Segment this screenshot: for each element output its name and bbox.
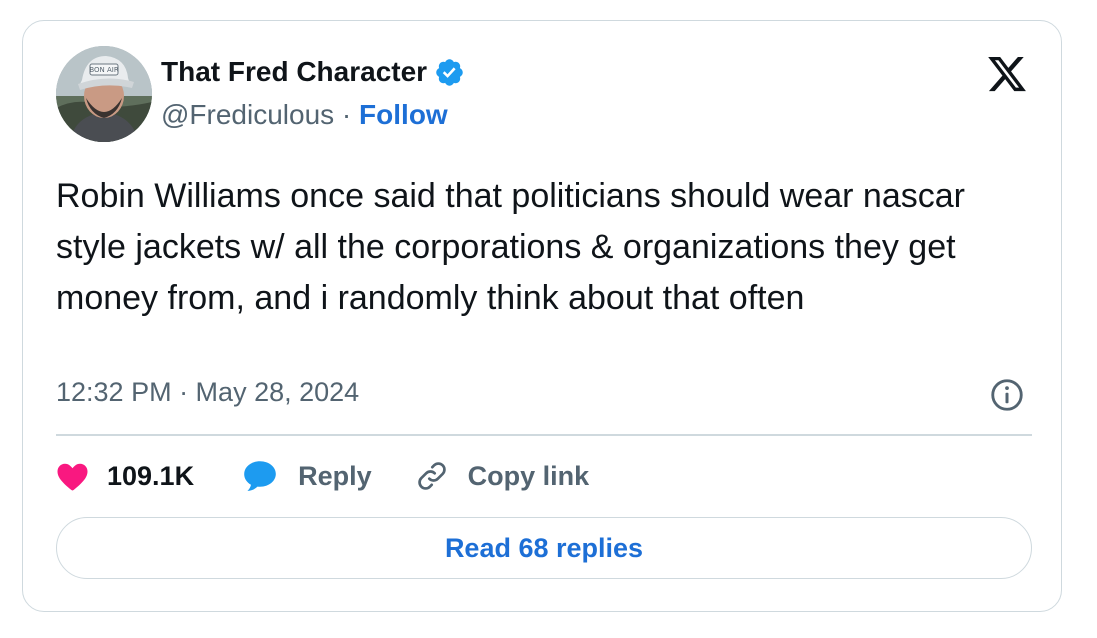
speech-bubble-icon: [244, 461, 276, 491]
info-icon[interactable]: [989, 377, 1025, 413]
read-replies-button[interactable]: Read 68 replies: [56, 517, 1032, 579]
cap-text: BON AIR: [89, 66, 119, 74]
reply-button[interactable]: Reply: [242, 459, 372, 493]
separator-dot: ·: [334, 99, 360, 130]
copy-link-label: Copy link: [467, 460, 590, 491]
author-name[interactable]: That Fred Character: [161, 56, 427, 88]
divider: [56, 434, 1032, 436]
handle-row: @Frediculous · Follow: [161, 99, 448, 131]
reply-label: Reply: [298, 460, 372, 491]
like-count: 109.1K: [107, 460, 195, 491]
author-name-row[interactable]: That Fred Character: [161, 56, 465, 88]
follow-button[interactable]: Follow: [359, 99, 448, 130]
tweet-text: Robin Williams once said that politician…: [56, 177, 965, 317]
link-icon: [417, 462, 446, 490]
avatar-image: BON AIR: [56, 46, 152, 142]
action-bar: 109.1K Reply Copy link: [56, 453, 589, 499]
timestamp[interactable]: 12:32 PM · May 28, 2024: [56, 377, 359, 408]
author-handle[interactable]: @Frediculous: [161, 99, 334, 130]
like-button[interactable]: 109.1K: [56, 461, 194, 492]
x-logo-icon[interactable]: [985, 53, 1029, 95]
verified-badge-icon: [436, 58, 463, 86]
embedded-tweet-card: BON AIR That Fred Character @Frediculous…: [22, 20, 1062, 612]
heart-icon: [57, 463, 88, 491]
copy-link-button[interactable]: Copy link: [414, 458, 590, 494]
avatar[interactable]: BON AIR: [56, 46, 152, 142]
